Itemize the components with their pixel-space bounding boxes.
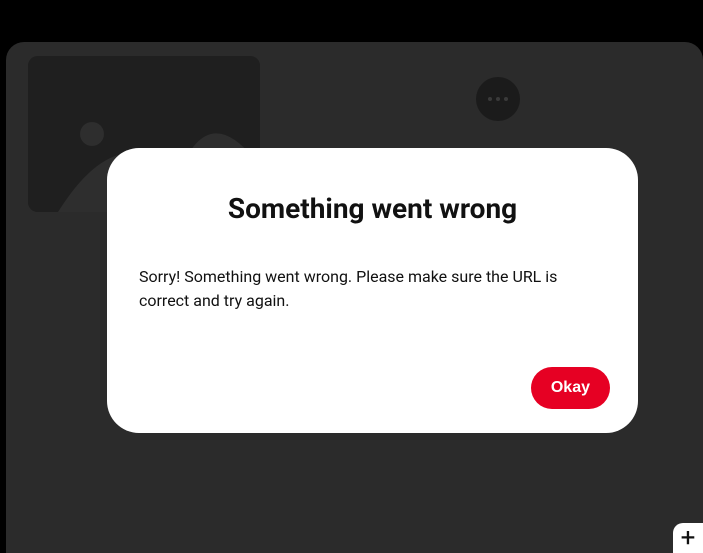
error-modal: Something went wrong Sorry! Something we… [107,148,638,433]
modal-title: Something went wrong [135,192,610,225]
plus-icon: + [681,523,696,553]
modal-overlay: Something went wrong Sorry! Something we… [0,0,703,553]
create-button[interactable]: + [673,523,703,553]
modal-message: Sorry! Something went wrong. Please make… [135,265,610,313]
modal-actions: Okay [135,367,610,409]
okay-button[interactable]: Okay [531,367,610,409]
